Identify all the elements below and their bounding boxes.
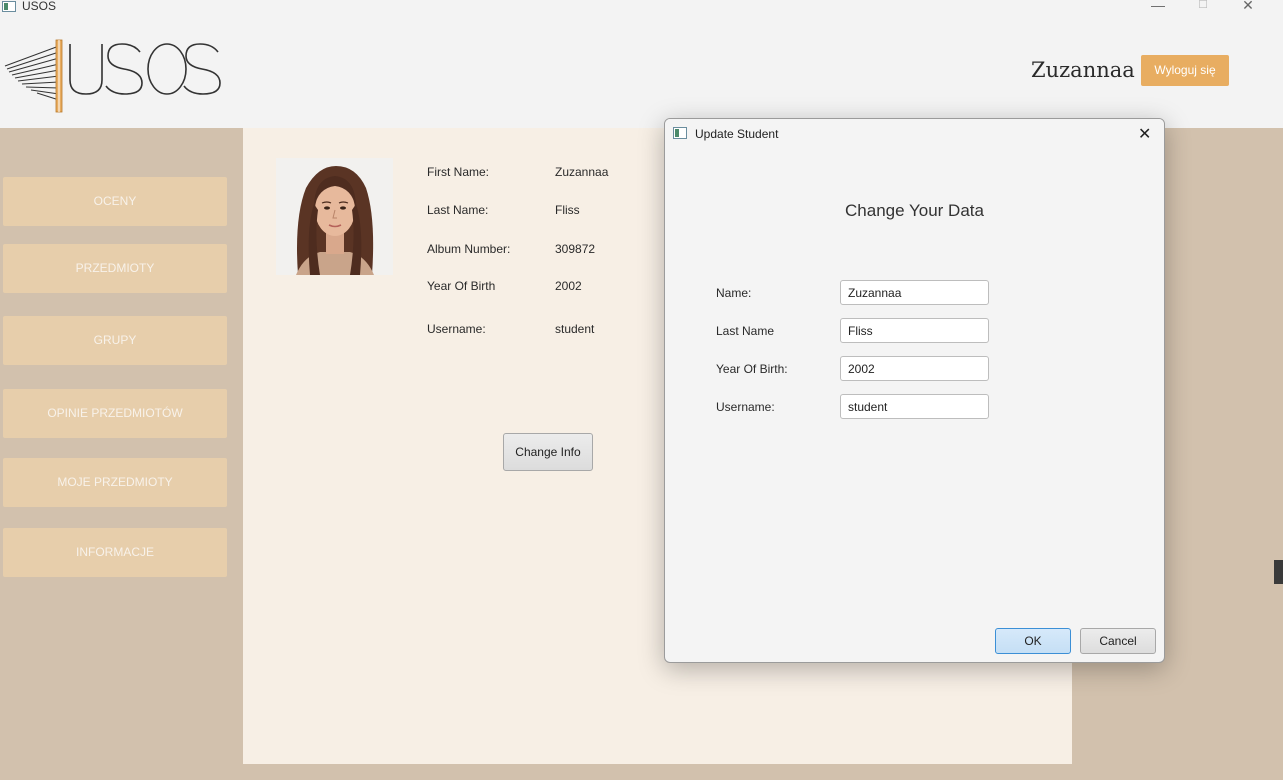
minimize-button[interactable]: — bbox=[1138, 0, 1178, 14]
album-number-label: Album Number: bbox=[427, 242, 511, 256]
name-input[interactable] bbox=[840, 280, 989, 305]
first-name-value: Zuzannaa bbox=[555, 165, 609, 179]
first-name-label: First Name: bbox=[427, 165, 490, 179]
app-icon bbox=[673, 127, 687, 139]
sidebar: OCENY PRZEDMIOTY GRUPY OPINIE PRZEDMIOTÓ… bbox=[0, 128, 243, 780]
sidebar-item-oceny[interactable]: OCENY bbox=[3, 177, 227, 226]
last-name-field-label: Last Name bbox=[716, 324, 775, 338]
last-name-input[interactable] bbox=[840, 318, 989, 343]
update-student-dialog: Update Student ✕ Change Your Data Name: … bbox=[664, 118, 1165, 663]
username-input[interactable] bbox=[840, 394, 989, 419]
close-window-button[interactable]: ✕ bbox=[1228, 0, 1268, 14]
cancel-button[interactable]: Cancel bbox=[1080, 628, 1156, 654]
year-of-birth-field-label: Year Of Birth: bbox=[716, 362, 788, 376]
dialog-heading: Change Your Data bbox=[845, 201, 984, 220]
logout-button[interactable]: Wyloguj się bbox=[1141, 55, 1229, 86]
ok-button[interactable]: OK bbox=[995, 628, 1071, 654]
sidebar-item-informacje[interactable]: INFORMACJE bbox=[3, 528, 227, 577]
dialog-close-button[interactable]: ✕ bbox=[1138, 124, 1151, 144]
window-title: USOS bbox=[22, 0, 57, 13]
maximize-button[interactable]: ☐ bbox=[1183, 0, 1223, 14]
album-number-value: 309872 bbox=[555, 242, 596, 256]
sidebar-item-przedmioty[interactable]: PRZEDMIOTY bbox=[3, 244, 227, 293]
last-name-label: Last Name: bbox=[427, 203, 489, 217]
year-of-birth-input[interactable] bbox=[840, 356, 989, 381]
usos-logo bbox=[4, 38, 224, 119]
year-of-birth-value: 2002 bbox=[555, 279, 582, 293]
change-info-button[interactable]: Change Info bbox=[503, 433, 593, 471]
profile-photo bbox=[276, 158, 393, 275]
year-of-birth-label: Year Of Birth bbox=[427, 279, 496, 293]
username-field-label: Username: bbox=[716, 400, 775, 414]
dialog-titlebar: Update Student ✕ bbox=[665, 119, 1164, 149]
user-name: Zuzannaa bbox=[1031, 58, 1135, 82]
scrollbar-thumb[interactable] bbox=[1274, 560, 1283, 584]
window-titlebar: USOS — ☐ ✕ bbox=[0, 0, 1283, 14]
name-label: Name: bbox=[716, 286, 752, 300]
app-header: Zuzannaa Wyloguj się bbox=[0, 14, 1283, 128]
dialog-title: Update Student bbox=[695, 127, 779, 141]
username-label: Username: bbox=[427, 322, 486, 336]
sidebar-item-opinie-przedmiotow[interactable]: OPINIE PRZEDMIOTÓW bbox=[3, 389, 227, 438]
app-icon bbox=[2, 1, 16, 12]
last-name-value: Fliss bbox=[555, 203, 580, 217]
username-value: student bbox=[555, 322, 595, 336]
sidebar-item-moje-przedmioty[interactable]: MOJE PRZEDMIOTY bbox=[3, 458, 227, 507]
sidebar-item-grupy[interactable]: GRUPY bbox=[3, 316, 227, 365]
